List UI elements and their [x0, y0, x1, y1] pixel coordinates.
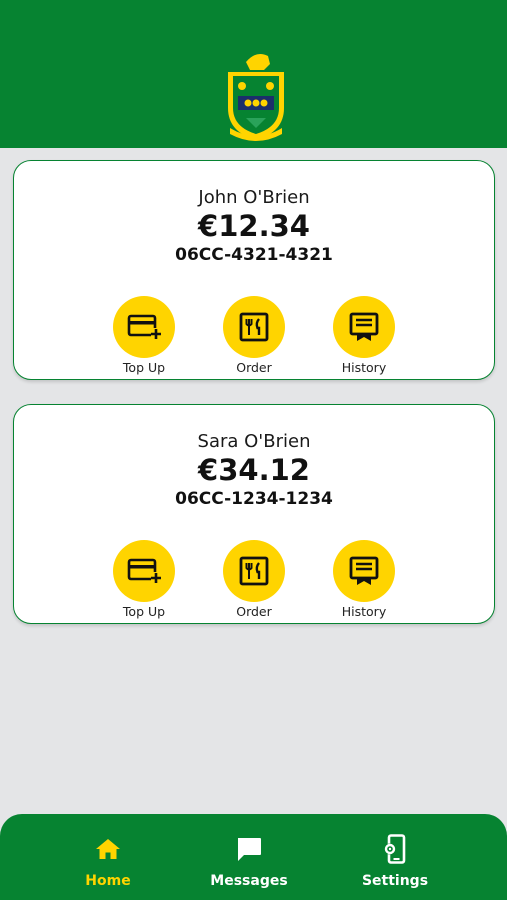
order-button[interactable]: Order — [214, 540, 294, 620]
order-label: Order — [236, 360, 272, 375]
home-icon — [96, 839, 120, 859]
top-up-button[interactable]: Top Up — [104, 296, 184, 376]
credit-card-plus-icon — [127, 558, 161, 583]
card-number: 06CC-4321-4321 — [175, 245, 333, 265]
history-label: History — [341, 604, 387, 619]
account-balance: €12.34 — [198, 209, 310, 243]
top-up-label: Top Up — [122, 604, 166, 619]
account-holder-name: John O'Brien — [198, 187, 310, 208]
receipt-history-icon — [349, 556, 379, 585]
top-up-label: Top Up — [122, 360, 166, 375]
history-label: History — [341, 360, 387, 375]
nav-label-settings: Settings — [361, 873, 429, 889]
credit-card-plus-icon — [127, 314, 161, 339]
phone-settings-icon — [384, 834, 406, 864]
history-button[interactable]: History — [324, 296, 404, 376]
restaurant-menu-icon — [239, 556, 269, 586]
account-balance: €34.12 — [198, 453, 310, 487]
nav-item-settings[interactable]: Settings — [335, 834, 455, 889]
history-button[interactable]: History — [324, 540, 404, 620]
order-label: Order — [236, 604, 272, 619]
nav-label-home: Home — [85, 873, 131, 889]
nav-item-home[interactable]: Home — [48, 834, 168, 889]
restaurant-menu-icon — [239, 312, 269, 342]
nav-label-messages: Messages — [210, 873, 288, 889]
bottom-nav: Home Messages Settings — [0, 814, 507, 900]
app-header — [0, 0, 507, 148]
school-crest-icon — [228, 54, 284, 141]
account-card: John O'Brien €12.34 06CC-4321-4321 Top U… — [13, 160, 495, 380]
nav-item-messages[interactable]: Messages — [189, 834, 309, 889]
account-card: Sara O'Brien €34.12 06CC-1234-1234 Top U… — [13, 404, 495, 624]
account-holder-name: Sara O'Brien — [197, 431, 311, 452]
card-number: 06CC-1234-1234 — [175, 489, 333, 509]
order-button[interactable]: Order — [214, 296, 294, 376]
top-up-button[interactable]: Top Up — [104, 540, 184, 620]
receipt-history-icon — [349, 312, 379, 341]
chat-icon — [238, 838, 261, 861]
